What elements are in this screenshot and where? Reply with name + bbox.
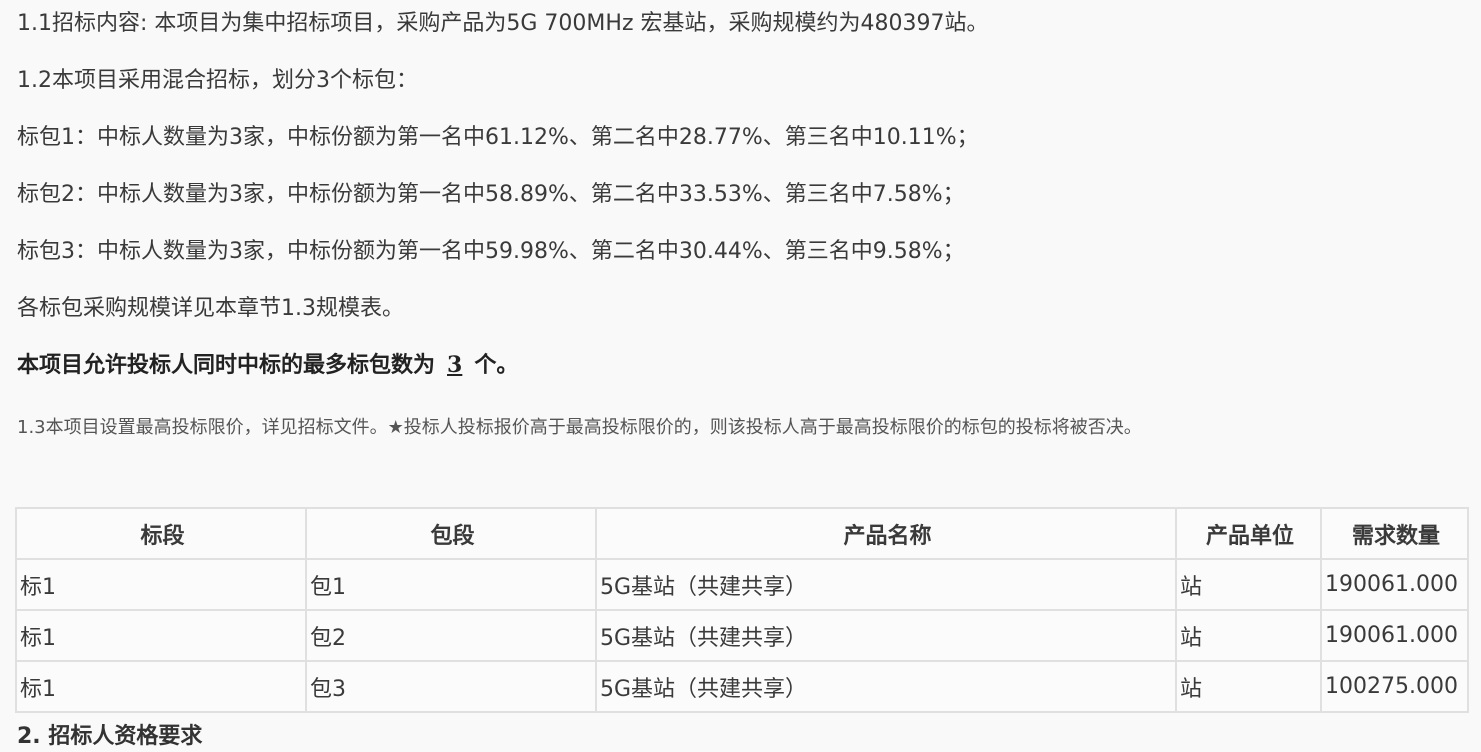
cell-quantity: 190061.000 [1320,558,1469,611]
cell-quantity: 190061.000 [1320,609,1469,662]
cell-quantity: 100275.000 [1320,660,1469,713]
mixed-bidding-paragraph: 1.2本项目采用混合招标，划分3个标包： [17,68,418,93]
header-package: 包段 [305,507,597,560]
cell-section: 标1 [15,660,307,713]
document-page: 1.1招标内容: 本项目为集中招标项目，采购产品为5G 700MHz 宏基站，采… [0,0,1481,749]
cell-package: 包3 [305,660,597,713]
scale-table: 标段 包段 产品名称 产品单位 需求数量 标1 包1 5G基站（共建共享） 站 … [15,507,1469,713]
table-header-row: 标段 包段 产品名称 产品单位 需求数量 [15,507,1469,560]
max-packages-paragraph: 本项目允许投标人同时中标的最多标包数为 3 个。 [17,350,518,380]
cell-product-unit: 站 [1175,660,1322,713]
table-row: 标1 包1 5G基站（共建共享） 站 190061.000 [15,558,1469,611]
package-1-paragraph: 标包1：中标人数量为3家，中标份额为第一名中61.12%、第二名中28.77%、… [17,125,979,150]
header-section: 标段 [15,507,307,560]
cell-product-name: 5G基站（共建共享） [595,558,1177,611]
package-2-paragraph: 标包2：中标人数量为3家，中标份额为第一名中58.89%、第二名中33.53%、… [17,182,965,207]
price-limit-paragraph: 1.3本项目设置最高投标限价，详见招标文件。★投标人投标报价高于最高投标限价的，… [17,417,1142,438]
max-packages-suffix: 个。 [474,352,519,378]
max-packages-prefix: 本项目允许投标人同时中标的最多标包数为 [17,352,436,378]
header-product-unit: 产品单位 [1175,507,1322,560]
table-row: 标1 包3 5G基站（共建共享） 站 100275.000 [15,660,1469,713]
max-packages-value: 3 [447,352,463,378]
cell-product-name: 5G基站（共建共享） [595,609,1177,662]
cell-section: 标1 [15,609,307,662]
scale-reference-paragraph: 各标包采购规模详见本章节1.3规模表。 [17,296,404,321]
cell-product-unit: 站 [1175,558,1322,611]
bid-content-paragraph: 1.1招标内容: 本项目为集中招标项目，采购产品为5G 700MHz 宏基站，采… [17,11,989,36]
header-product-name: 产品名称 [595,507,1177,560]
next-section-heading: 2. 招标人资格要求 [17,724,203,749]
cell-package: 包1 [305,558,597,611]
table-row: 标1 包2 5G基站（共建共享） 站 190061.000 [15,609,1469,662]
cell-section: 标1 [15,558,307,611]
cell-package: 包2 [305,609,597,662]
package-3-paragraph: 标包3：中标人数量为3家，中标份额为第一名中59.98%、第二名中30.44%、… [17,239,965,264]
cell-product-unit: 站 [1175,609,1322,662]
cell-product-name: 5G基站（共建共享） [595,660,1177,713]
header-quantity: 需求数量 [1320,507,1469,560]
